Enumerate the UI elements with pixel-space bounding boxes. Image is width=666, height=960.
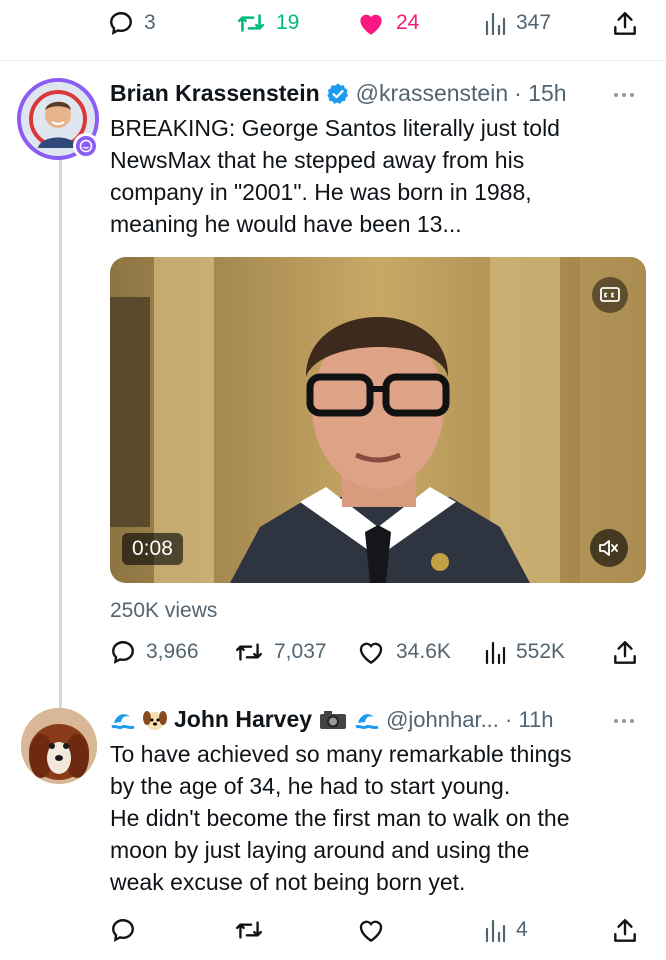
views-icon: [485, 641, 506, 665]
mute-icon: [599, 540, 618, 556]
top-like-count: 24: [396, 11, 420, 34]
thread-line: [59, 160, 62, 708]
video-time: 0:08: [132, 537, 173, 560]
main-tweet-text: BREAKING: George Santos literally just t…: [110, 112, 650, 240]
avatar-photo: [21, 708, 97, 784]
dog-icon: [143, 710, 167, 730]
author-name[interactable]: Brian Krassenstein: [110, 80, 320, 107]
retweet-icon: [237, 14, 265, 32]
share-icon: [614, 12, 636, 35]
main-retweet-button[interactable]: 7,037: [234, 639, 327, 665]
more-icon[interactable]: [614, 719, 634, 723]
video-frame: [110, 257, 646, 583]
reply-tweet-text: To have achieved so many remarkable thin…: [110, 738, 655, 898]
top-retweet-button[interactable]: 19: [236, 10, 299, 36]
text-line: He didn't become the first man to walk o…: [110, 805, 570, 831]
reply-reply-button[interactable]: [110, 917, 136, 943]
reply-tweet-header: John Harvey @johnhar... · 11h: [110, 706, 554, 733]
mute-button[interactable]: [590, 529, 628, 567]
top-share-button[interactable]: [612, 10, 638, 38]
main-retweet-count: 7,037: [274, 640, 327, 663]
more-icon[interactable]: [614, 93, 634, 97]
text-line: NewsMax that he stepped away from his: [110, 147, 525, 173]
like-icon: [359, 920, 383, 943]
top-reply-button[interactable]: 3: [108, 10, 156, 36]
top-like-button[interactable]: 24: [356, 10, 419, 36]
reply-author-handle[interactable]: @johnhar... · 11h: [386, 707, 553, 733]
reply-icon: [110, 12, 132, 35]
reply-views-count: 4: [516, 918, 528, 941]
video-timestamp: 0:08: [122, 533, 183, 565]
main-like-button[interactable]: 34.6K: [356, 639, 451, 665]
views-label: 250K views: [110, 599, 218, 622]
main-share-button[interactable]: [612, 639, 638, 667]
text-line: BREAKING: George Santos literally just t…: [110, 115, 560, 141]
captions-button[interactable]: [592, 277, 628, 313]
top-reply-count: 3: [144, 11, 156, 34]
views-icon: [485, 12, 506, 36]
main-tweet-header: Brian Krassenstein @krassenstein · 15h: [110, 80, 567, 107]
main-reply-button[interactable]: 3,966: [110, 639, 199, 665]
share-icon: [614, 641, 636, 664]
reply-icon: [112, 641, 134, 664]
top-views-button[interactable]: 347: [484, 10, 551, 36]
avatar-badge: [73, 133, 99, 159]
reply-retweet-button[interactable]: [234, 917, 264, 943]
wave-icon: [111, 713, 135, 729]
video-player[interactable]: 0:08: [110, 257, 646, 583]
text-line: meaning he would have been 13...: [110, 211, 462, 237]
main-views-count: 552K: [516, 640, 566, 663]
reply-share-button[interactable]: [612, 917, 638, 945]
top-views-count: 347: [516, 11, 552, 34]
reply-views-button[interactable]: 4: [484, 917, 528, 943]
reply-like-button[interactable]: [356, 917, 386, 943]
text-line: company in "2001". He was born in 1988,: [110, 179, 532, 205]
like-icon: [359, 642, 383, 665]
reply-author-name[interactable]: John Harvey: [174, 706, 312, 733]
retweet-icon: [236, 921, 262, 939]
retweet-icon: [236, 643, 262, 661]
tweet-time[interactable]: · 15h: [514, 80, 566, 107]
like-icon: [360, 14, 382, 35]
top-divider: [0, 60, 666, 61]
text-line: To have achieved so many remarkable thin…: [110, 741, 572, 767]
text-line: by the age of 34, he had to start young.: [110, 773, 511, 799]
top-retweet-count: 19: [276, 11, 300, 34]
wave-icon: [355, 713, 379, 729]
text-line: weak excuse of not being born yet.: [110, 869, 466, 895]
captions-icon: [600, 287, 620, 302]
avatar-john[interactable]: [21, 708, 97, 784]
main-like-count: 34.6K: [396, 640, 451, 663]
text-line: moon by just laying around and using the: [110, 837, 530, 863]
views-icon: [485, 919, 506, 943]
main-reply-count: 3,966: [146, 640, 199, 663]
reply-icon: [112, 919, 134, 942]
verified-icon: [326, 83, 348, 104]
main-views-button[interactable]: 552K: [484, 639, 565, 665]
author-handle[interactable]: @krassenstein: [356, 80, 508, 107]
share-icon: [614, 919, 636, 942]
camera-icon: [320, 710, 347, 729]
